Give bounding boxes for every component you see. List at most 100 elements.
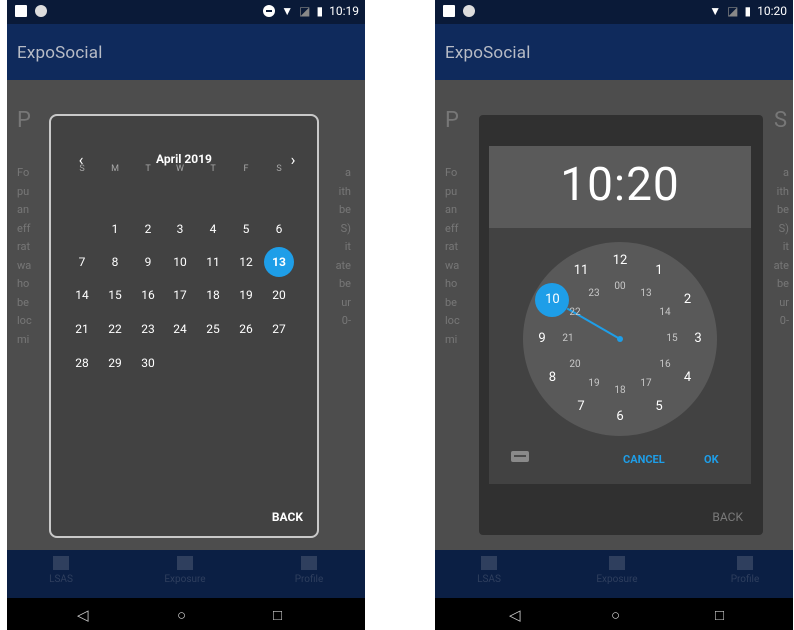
- calendar-day[interactable]: 21: [67, 314, 97, 344]
- time-display[interactable]: 10:20: [489, 158, 751, 212]
- weekday-label: M: [111, 164, 119, 174]
- calendar-day[interactable]: 7: [67, 247, 97, 277]
- paragraph-line-fragment: ith: [776, 184, 789, 198]
- calendar-day[interactable]: 17: [165, 280, 195, 310]
- calendar-day[interactable]: 11: [198, 247, 228, 277]
- calendar-day[interactable]: 15: [100, 280, 130, 310]
- paragraph-line-fragment: S): [778, 221, 789, 235]
- image-notification-icon: [15, 5, 27, 17]
- calendar-day[interactable]: 14: [67, 280, 97, 310]
- calendar-day[interactable]: 28: [67, 348, 97, 378]
- calendar-day[interactable]: 22: [100, 314, 130, 344]
- paragraph-line-fragment: pu: [17, 184, 30, 198]
- nav-item-profile[interactable]: Profile: [705, 556, 785, 585]
- calendar-day[interactable]: 3: [165, 214, 195, 244]
- clock-hour-inner[interactable]: 16: [654, 357, 676, 373]
- ok-button[interactable]: OK: [704, 453, 719, 466]
- clock-hour-inner[interactable]: 19: [583, 376, 605, 392]
- calendar-day[interactable]: 2: [133, 214, 163, 244]
- bottom-navigation: LSAS Exposure Profile: [435, 550, 793, 598]
- calendar-day[interactable]: 8: [100, 247, 130, 277]
- paragraph-line-fragment: eff: [17, 221, 31, 235]
- paragraph-line-fragment: be: [776, 203, 789, 216]
- calendar-day[interactable]: 26: [231, 314, 261, 344]
- clock-hour[interactable]: 4: [677, 370, 699, 386]
- paragraph-line-fragment: S): [340, 221, 351, 235]
- app-title: ExpoSocial: [445, 43, 531, 63]
- paragraph-line-fragment: ur: [779, 295, 789, 309]
- calendar-day-selected[interactable]: 13: [264, 247, 294, 277]
- notification-dot-icon: [35, 5, 47, 17]
- clock-hour-inner[interactable]: 15: [661, 331, 683, 347]
- nav-item-exposure[interactable]: Exposure: [577, 556, 657, 585]
- home-circle-icon[interactable]: ○: [611, 606, 620, 624]
- clock-hour-inner[interactable]: 22: [564, 305, 586, 321]
- calendar-day[interactable]: 16: [133, 280, 163, 310]
- clock-hour[interactable]: 11: [570, 263, 592, 279]
- content-heading: P: [445, 108, 459, 133]
- calendar-day[interactable]: 30: [133, 348, 163, 378]
- pencil-icon: [53, 556, 69, 570]
- calendar-day[interactable]: 6: [264, 214, 294, 244]
- clock-hour-inner[interactable]: 21: [557, 331, 579, 347]
- nav-label: LSAS: [49, 574, 73, 585]
- paragraph-line-fragment: ate: [773, 258, 789, 272]
- clock-hour[interactable]: 12: [609, 253, 631, 269]
- nav-item-exposure[interactable]: Exposure: [145, 556, 225, 585]
- clock-hour-inner[interactable]: 00: [609, 279, 631, 295]
- app-bar: ExpoSocial: [435, 24, 793, 80]
- nav-label: LSAS: [477, 574, 501, 585]
- keyboard-icon[interactable]: [511, 451, 529, 462]
- back-triangle-icon[interactable]: ◁: [509, 606, 521, 624]
- calendar-day[interactable]: 1: [100, 214, 130, 244]
- paragraph-line-fragment: be: [17, 295, 30, 309]
- calendar-day[interactable]: 4: [198, 214, 228, 244]
- recents-square-icon[interactable]: □: [715, 606, 724, 624]
- back-button[interactable]: BACK: [272, 510, 303, 524]
- nav-item-lsas[interactable]: LSAS: [21, 556, 101, 585]
- paragraph-line-fragment: be: [338, 203, 351, 216]
- calendar-day[interactable]: 12: [231, 247, 261, 277]
- cancel-button[interactable]: CANCEL: [623, 453, 665, 466]
- clock-hour[interactable]: 3: [687, 331, 709, 347]
- weekday-label: W: [176, 164, 184, 174]
- clock-hour[interactable]: 2: [677, 292, 699, 308]
- recents-square-icon[interactable]: □: [273, 606, 282, 624]
- home-circle-icon[interactable]: ○: [177, 606, 186, 624]
- calendar-day[interactable]: 27: [264, 314, 294, 344]
- calendar-day[interactable]: 25: [198, 314, 228, 344]
- clock-hour[interactable]: 8: [541, 370, 563, 386]
- calendar-day[interactable]: 24: [165, 314, 195, 344]
- calendar-day[interactable]: 20: [264, 280, 294, 310]
- calendar-day[interactable]: 29: [100, 348, 130, 378]
- calendar-day[interactable]: 10: [165, 247, 195, 277]
- clock-hour-inner[interactable]: 17: [635, 376, 657, 392]
- nav-label: Profile: [730, 574, 760, 585]
- clock-hour-inner[interactable]: 20: [564, 357, 586, 373]
- calendar-day[interactable]: 23: [133, 314, 163, 344]
- back-triangle-icon[interactable]: ◁: [77, 606, 89, 624]
- paragraph-line-fragment: an: [445, 203, 458, 216]
- clock-hour[interactable]: 9: [531, 331, 553, 347]
- back-button[interactable]: BACK: [712, 510, 743, 524]
- clock-hour-inner[interactable]: 14: [654, 305, 676, 321]
- calendar-day[interactable]: 5: [231, 214, 261, 244]
- clock-hour[interactable]: 7: [570, 399, 592, 415]
- paragraph-line-fragment: wa: [17, 258, 32, 272]
- clock-hour-inner[interactable]: 18: [609, 383, 631, 399]
- calendar-day[interactable]: 9: [133, 247, 163, 277]
- nav-item-profile[interactable]: Profile: [269, 556, 349, 585]
- calendar-day[interactable]: 19: [231, 280, 261, 310]
- clock-dial[interactable]: 12 1 2 3 4 5 6 7 8 9 10 11 00 13 14 15 16 17 18 19 20 21 22 23: [523, 242, 717, 436]
- nav-item-lsas[interactable]: LSAS: [449, 556, 529, 585]
- clock-hour-inner[interactable]: 23: [583, 286, 605, 302]
- status-bar: ▼ ◪ ▮ 10:19: [7, 0, 365, 24]
- clock-hour-inner[interactable]: 13: [635, 286, 657, 302]
- clock-hour[interactable]: 5: [648, 399, 670, 415]
- clock-hour[interactable]: 6: [609, 409, 631, 425]
- weekday-label: S: [276, 164, 282, 174]
- calendar-day[interactable]: 18: [198, 280, 228, 310]
- paragraph-line-fragment: Fo: [445, 166, 458, 179]
- clock-hour[interactable]: 1: [648, 263, 670, 279]
- edit-icon: [301, 556, 317, 570]
